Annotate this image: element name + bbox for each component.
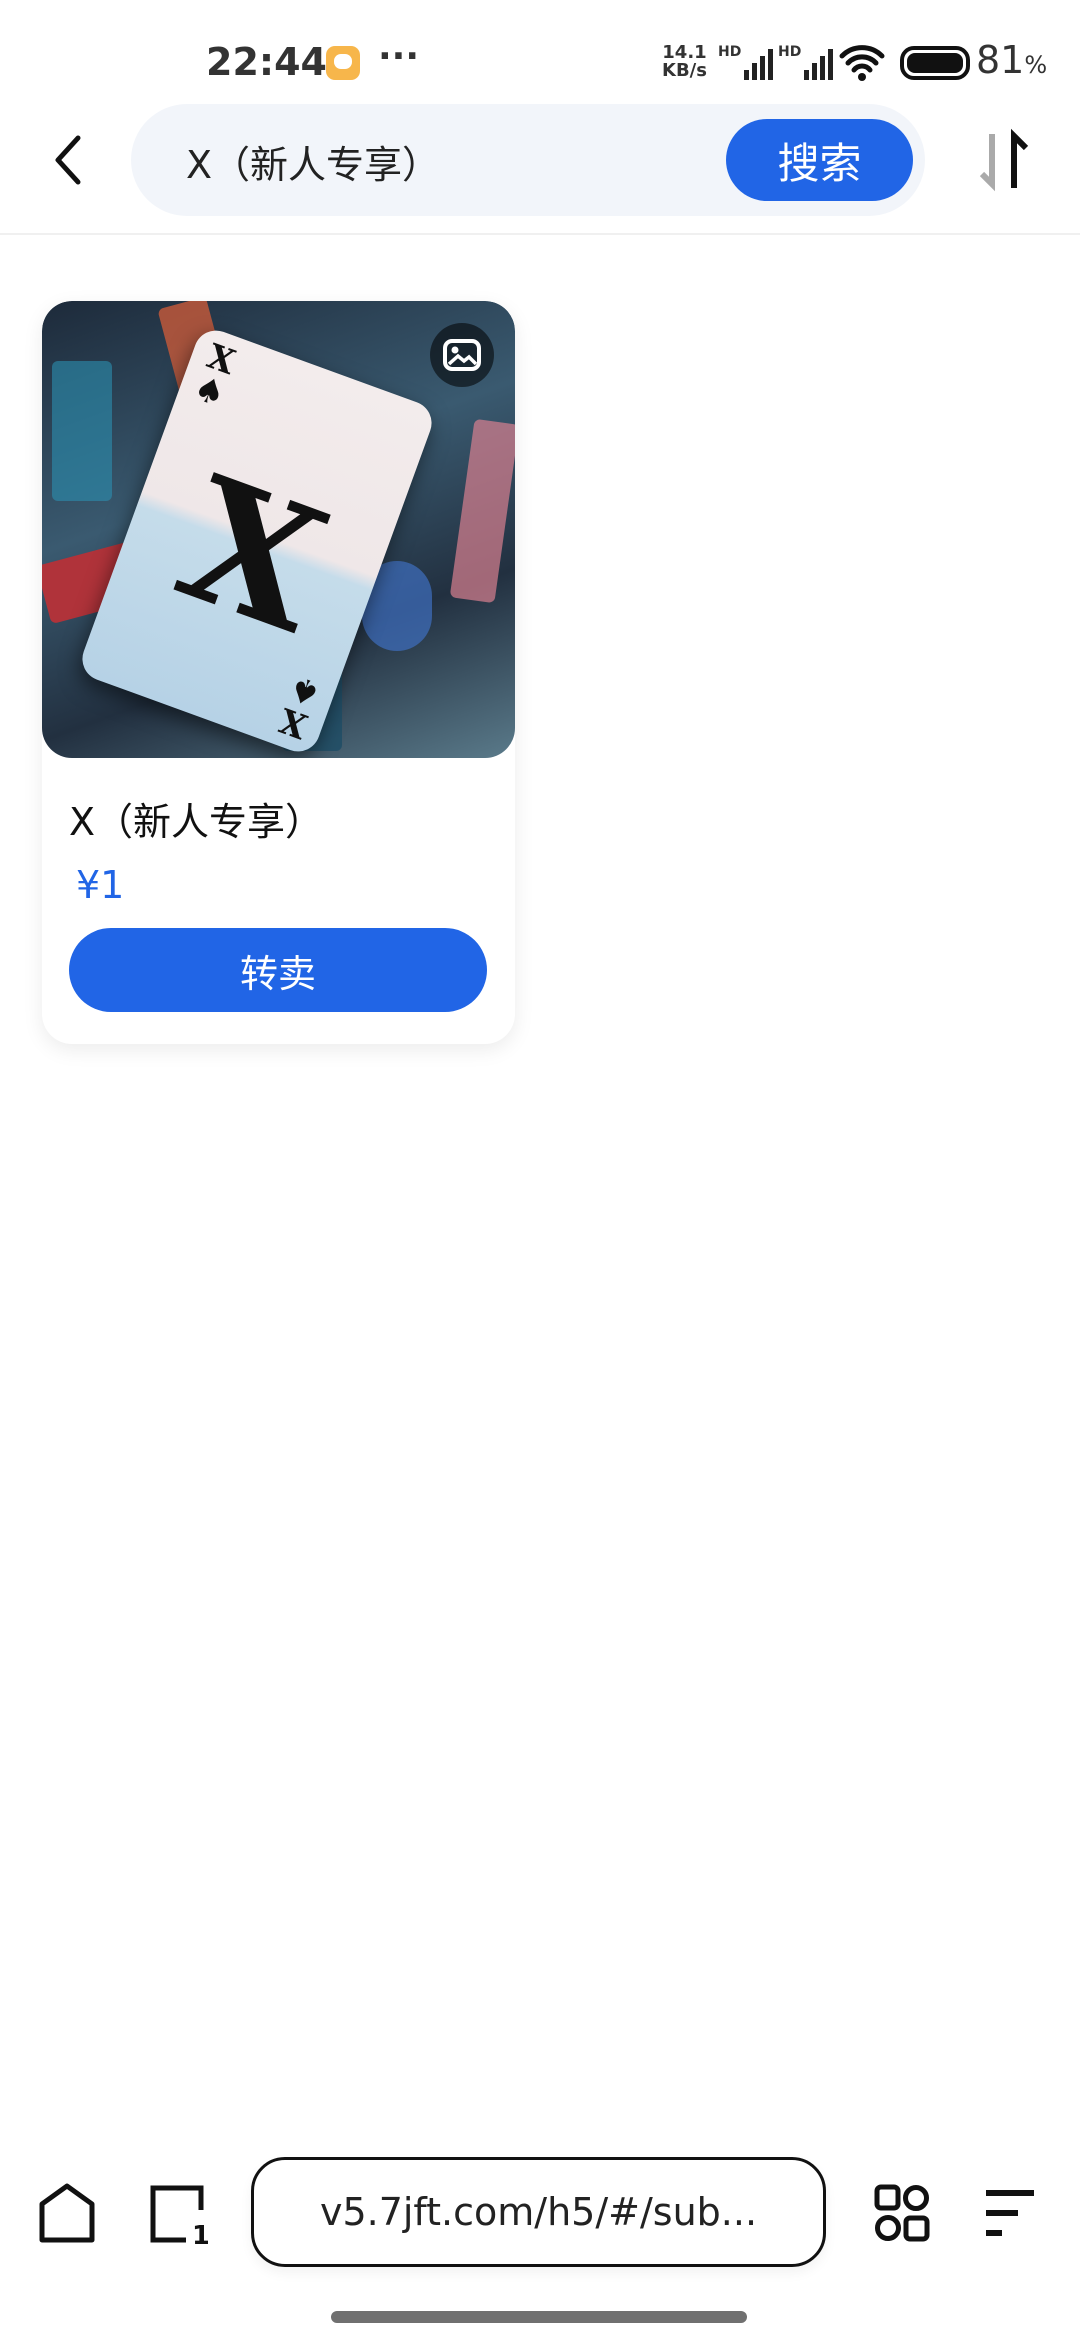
sim1-label: HD — [718, 44, 742, 60]
wifi-icon — [839, 45, 885, 81]
svg-text:1: 1 — [192, 2221, 208, 2246]
header-divider — [0, 233, 1080, 235]
status-time: 22:44 — [206, 40, 327, 84]
search-input-value[interactable]: X（新人专享） — [186, 134, 440, 189]
more-notifications-icon: ··· — [378, 36, 420, 77]
battery-unit: % — [1024, 51, 1048, 79]
sim2-label: HD — [778, 44, 802, 60]
address-bar[interactable]: v5.7jft.com/h5/#/sub... — [251, 2157, 826, 2267]
net-speed-unit: KB/s — [662, 60, 707, 81]
product-price: ¥1 — [76, 863, 125, 907]
product-title: X（新人专享） — [69, 800, 324, 844]
search-button[interactable]: 搜索 — [726, 119, 913, 201]
battery-value: 81 — [976, 38, 1025, 82]
product-card[interactable]: X ♠ X X ♠ X（新人专享） ¥1 转卖 — [42, 301, 515, 1044]
menu-icon[interactable] — [984, 2188, 1036, 2238]
playing-card-artwork: X ♠ X X ♠ — [76, 324, 438, 758]
resell-button[interactable]: 转卖 — [69, 928, 487, 1012]
message-notification-icon — [326, 46, 360, 80]
sort-icon[interactable] — [976, 128, 1032, 192]
tabs-icon[interactable]: 1 — [148, 2184, 208, 2246]
status-bar: 22:44 ··· 14.1 KB/s HD HD 81% — [0, 36, 1080, 92]
image-preview-button[interactable] — [430, 323, 494, 387]
battery-icon — [900, 46, 970, 80]
signal-sim1-icon: HD — [718, 44, 774, 80]
apps-grid-icon[interactable] — [874, 2184, 930, 2242]
back-icon[interactable] — [48, 132, 88, 188]
image-icon — [443, 339, 481, 371]
signal-sim2-icon: HD — [778, 44, 834, 80]
battery-percent: 81% — [976, 38, 1047, 82]
url-text[interactable]: v5.7jft.com/h5/#/sub... — [320, 2190, 757, 2234]
network-speed: 14.1 KB/s — [662, 44, 707, 80]
product-image[interactable]: X ♠ X X ♠ — [42, 301, 515, 758]
card-rank: X — [156, 438, 349, 672]
home-icon[interactable] — [38, 2182, 96, 2244]
home-indicator[interactable] — [331, 2311, 747, 2323]
